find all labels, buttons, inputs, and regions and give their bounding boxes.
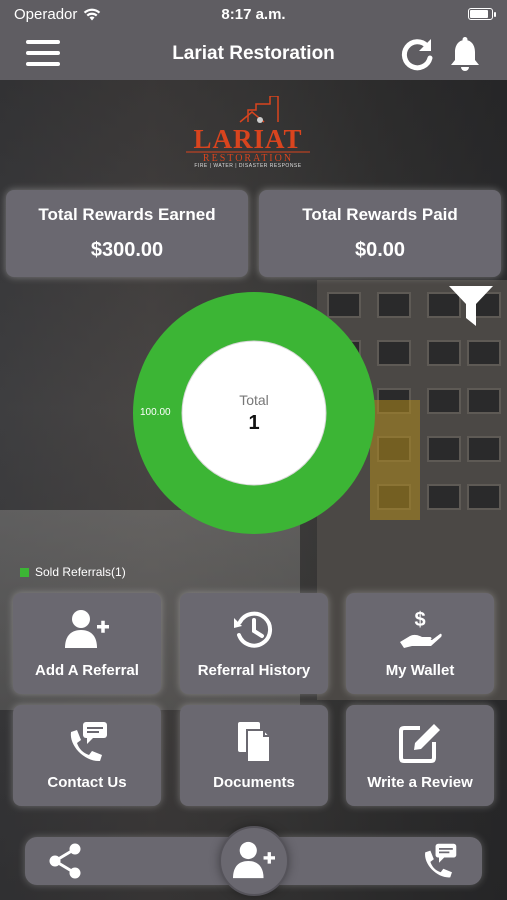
- status-bar: Operador 8:17 a.m.: [0, 0, 507, 28]
- battery-icon: [468, 8, 496, 20]
- add-user-icon: [65, 610, 109, 648]
- documents-tile[interactable]: Documents: [180, 705, 328, 806]
- menu-icon[interactable]: [26, 40, 60, 68]
- tile-label: My Wallet: [385, 662, 455, 679]
- nav-bar: Lariat Restoration: [0, 28, 507, 80]
- rewards-earned-label: Total Rewards Earned: [38, 205, 216, 224]
- rewards-paid-label: Total Rewards Paid: [302, 205, 458, 224]
- legend-label: Sold Referrals(1): [35, 565, 126, 579]
- rewards-earned-value: $300.00: [90, 239, 164, 261]
- legend-swatch: [20, 567, 29, 577]
- background-sign: [370, 400, 420, 520]
- contact-us-tile[interactable]: Contact Us: [13, 705, 161, 806]
- rewards-paid-card: Total Rewards Paid $0.00: [259, 190, 501, 277]
- logo-tagline: FIRE | WATER | DISASTER RESPONSE: [194, 163, 302, 169]
- contact-icon[interactable]: [419, 842, 459, 880]
- tile-label: Contact Us: [47, 774, 127, 791]
- page-title: Lariat Restoration: [172, 43, 335, 64]
- my-wallet-tile[interactable]: $ My Wallet: [346, 593, 494, 694]
- tile-label: Referral History: [197, 662, 311, 679]
- add-referral-tile[interactable]: Add A Referral: [13, 593, 161, 694]
- tile-label: Write a Review: [367, 774, 473, 791]
- add-user-icon: [233, 841, 275, 879]
- documents-icon: [238, 722, 271, 763]
- donut-center-label: Total: [239, 392, 269, 408]
- tile-label: Documents: [213, 774, 295, 791]
- write-review-icon: [399, 724, 440, 763]
- refresh-icon[interactable]: [398, 36, 436, 74]
- svg-text:$: $: [414, 609, 425, 631]
- filter-icon[interactable]: [448, 284, 494, 328]
- notification-bell-icon[interactable]: [446, 36, 484, 74]
- rewards-paid-value: $0.00: [354, 239, 406, 261]
- referral-history-tile[interactable]: Referral History: [180, 593, 328, 694]
- history-icon: [234, 611, 273, 648]
- rewards-earned-card: Total Rewards Earned $300.00: [6, 190, 248, 277]
- write-review-tile[interactable]: Write a Review: [346, 705, 494, 806]
- wallet-icon: $: [400, 609, 442, 648]
- slice-value-label: 100.00: [140, 407, 171, 418]
- add-referral-fab[interactable]: [219, 826, 289, 896]
- wifi-icon: [84, 8, 101, 20]
- tile-label: Add A Referral: [35, 662, 139, 679]
- logo-name: LARIAT: [193, 124, 303, 154]
- share-icon[interactable]: [47, 843, 83, 879]
- chart-legend: Sold Referrals(1): [20, 565, 126, 579]
- contact-icon: [70, 722, 107, 762]
- carrier-label: Operador: [14, 5, 78, 23]
